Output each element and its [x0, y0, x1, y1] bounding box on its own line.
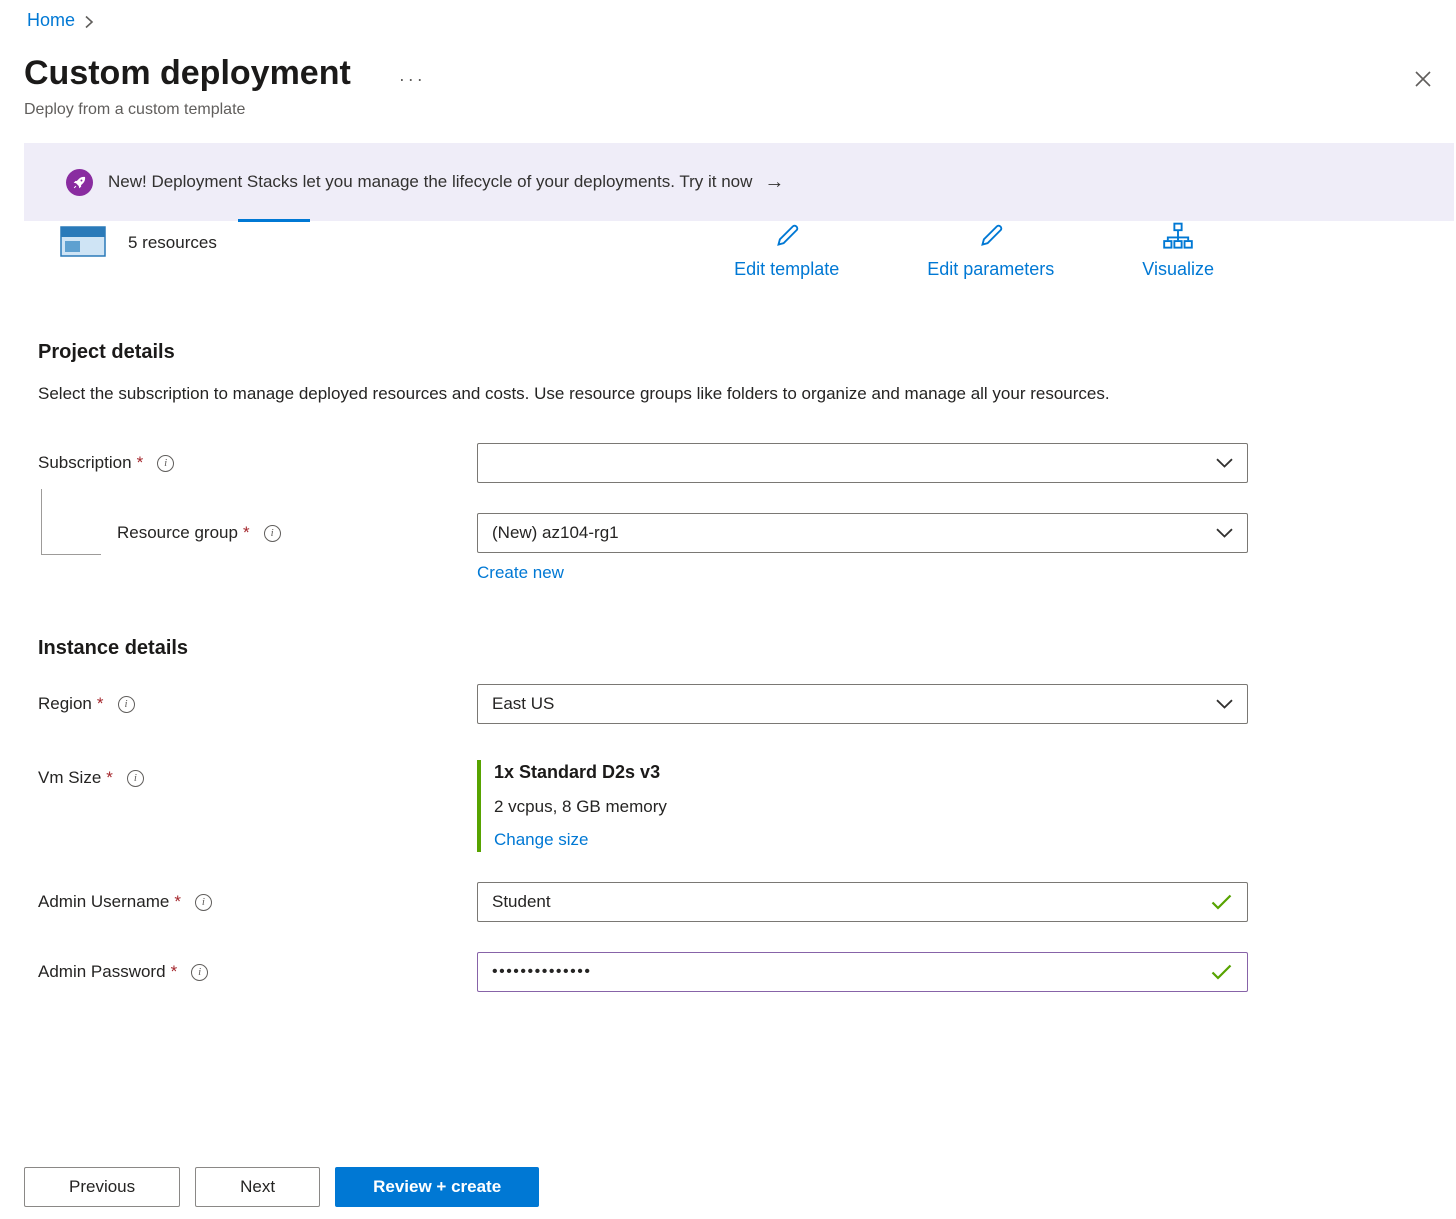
resources-count: 5 resources	[128, 233, 217, 253]
info-icon[interactable]: i	[264, 525, 281, 542]
admin-password-label-group: Admin Password * i	[38, 962, 477, 982]
required-asterisk: *	[106, 768, 113, 788]
close-icon[interactable]	[1410, 66, 1436, 92]
required-asterisk: *	[171, 962, 178, 982]
vm-size-label: Vm Size	[38, 768, 101, 788]
rocket-icon	[66, 169, 93, 196]
required-asterisk: *	[174, 892, 181, 912]
region-row: Region * i East US	[38, 684, 1456, 724]
visualize-button[interactable]: Visualize	[1142, 221, 1214, 280]
title-row: Custom deployment ···	[24, 51, 1456, 95]
region-label-group: Region * i	[38, 694, 477, 714]
resource-group-label: Resource group	[117, 523, 238, 543]
required-asterisk: *	[97, 694, 104, 714]
admin-password-row: Admin Password * i	[38, 952, 1456, 992]
subscription-dropdown[interactable]	[477, 443, 1248, 483]
vm-size-row: Vm Size * i 1x Standard D2s v3 2 vcpus, …	[38, 760, 1456, 852]
subscription-label-group: Subscription * i	[38, 453, 477, 473]
edit-template-button[interactable]: Edit template	[734, 221, 839, 280]
footer-actions: Previous Next Review + create	[24, 1167, 539, 1207]
info-icon[interactable]: i	[195, 894, 212, 911]
project-details-description: Select the subscription to manage deploy…	[38, 378, 1188, 409]
chevron-down-icon	[1216, 528, 1233, 538]
arrow-right-icon[interactable]: →	[764, 171, 784, 194]
vm-size-specs: 2 vcpus, 8 GB memory	[494, 797, 1248, 817]
region-dropdown[interactable]: East US	[477, 684, 1248, 724]
breadcrumb: Home	[0, 0, 1456, 31]
vm-size-selection: 1x Standard D2s v3 2 vcpus, 8 GB memory …	[477, 760, 1248, 852]
chevron-down-icon	[1216, 699, 1233, 709]
deployment-stacks-banner[interactable]: New! Deployment Stacks let you manage th…	[24, 143, 1454, 221]
resource-group-dropdown[interactable]: (New) az104-rg1	[477, 513, 1248, 553]
checkmark-icon	[1211, 964, 1232, 981]
custom-deployment-page: Home Custom deployment ··· Deploy from a…	[0, 0, 1456, 992]
template-bar: 5 resources Edit template Edit parameter…	[60, 221, 1456, 283]
template-summary: 5 resources	[60, 223, 217, 262]
next-button[interactable]: Next	[195, 1167, 320, 1207]
resource-group-label-group: Resource group * i	[38, 523, 477, 543]
change-size-link[interactable]: Change size	[494, 830, 589, 850]
edit-parameters-button[interactable]: Edit parameters	[927, 221, 1054, 280]
required-asterisk: *	[243, 523, 250, 543]
vm-size-name: 1x Standard D2s v3	[494, 762, 1248, 783]
info-icon[interactable]: i	[191, 964, 208, 981]
edit-template-label: Edit template	[734, 259, 839, 280]
template-icon	[60, 223, 106, 262]
info-icon[interactable]: i	[118, 696, 135, 713]
visualize-icon	[1162, 221, 1194, 256]
pencil-icon	[976, 221, 1006, 256]
required-asterisk: *	[137, 453, 144, 473]
breadcrumb-chevron-icon	[84, 15, 94, 29]
banner-text: New! Deployment Stacks let you manage th…	[108, 172, 752, 192]
admin-username-input[interactable]	[477, 882, 1248, 922]
vm-size-label-group: Vm Size * i	[38, 760, 477, 788]
page-title: Custom deployment	[24, 51, 351, 95]
more-options-ellipsis-icon[interactable]: ···	[399, 69, 426, 90]
admin-username-label: Admin Username	[38, 892, 169, 912]
previous-button[interactable]: Previous	[24, 1167, 180, 1207]
breadcrumb-home-link[interactable]: Home	[27, 10, 75, 31]
subscription-connector-line	[41, 489, 101, 555]
resource-group-row: Resource group * i (New) az104-rg1	[38, 513, 1456, 553]
admin-username-label-group: Admin Username * i	[38, 892, 477, 912]
subscription-group: Subscription * i Resource group * i	[0, 443, 1456, 583]
create-new-link[interactable]: Create new	[477, 563, 564, 582]
cropped-link-fragment	[238, 219, 310, 222]
region-label: Region	[38, 694, 92, 714]
chevron-down-icon	[1216, 458, 1233, 468]
admin-username-row: Admin Username * i	[38, 882, 1456, 922]
checkmark-icon	[1211, 894, 1232, 911]
subscription-row: Subscription * i	[38, 443, 1456, 483]
page-subtitle: Deploy from a custom template	[24, 101, 1456, 119]
pencil-icon	[772, 221, 802, 256]
section-heading-instance-details: Instance details	[38, 637, 1456, 660]
visualize-label: Visualize	[1142, 259, 1214, 280]
review-create-button[interactable]: Review + create	[335, 1167, 539, 1207]
info-icon[interactable]: i	[127, 770, 144, 787]
admin-password-input[interactable]	[477, 952, 1248, 992]
resource-group-value: (New) az104-rg1	[492, 523, 619, 543]
subscription-label: Subscription	[38, 453, 132, 473]
edit-parameters-label: Edit parameters	[927, 259, 1054, 280]
admin-password-label: Admin Password	[38, 962, 166, 982]
region-value: East US	[492, 694, 554, 714]
template-actions: Edit template Edit parameters	[734, 221, 1214, 280]
section-heading-project-details: Project details	[38, 341, 1456, 364]
info-icon[interactable]: i	[157, 455, 174, 472]
